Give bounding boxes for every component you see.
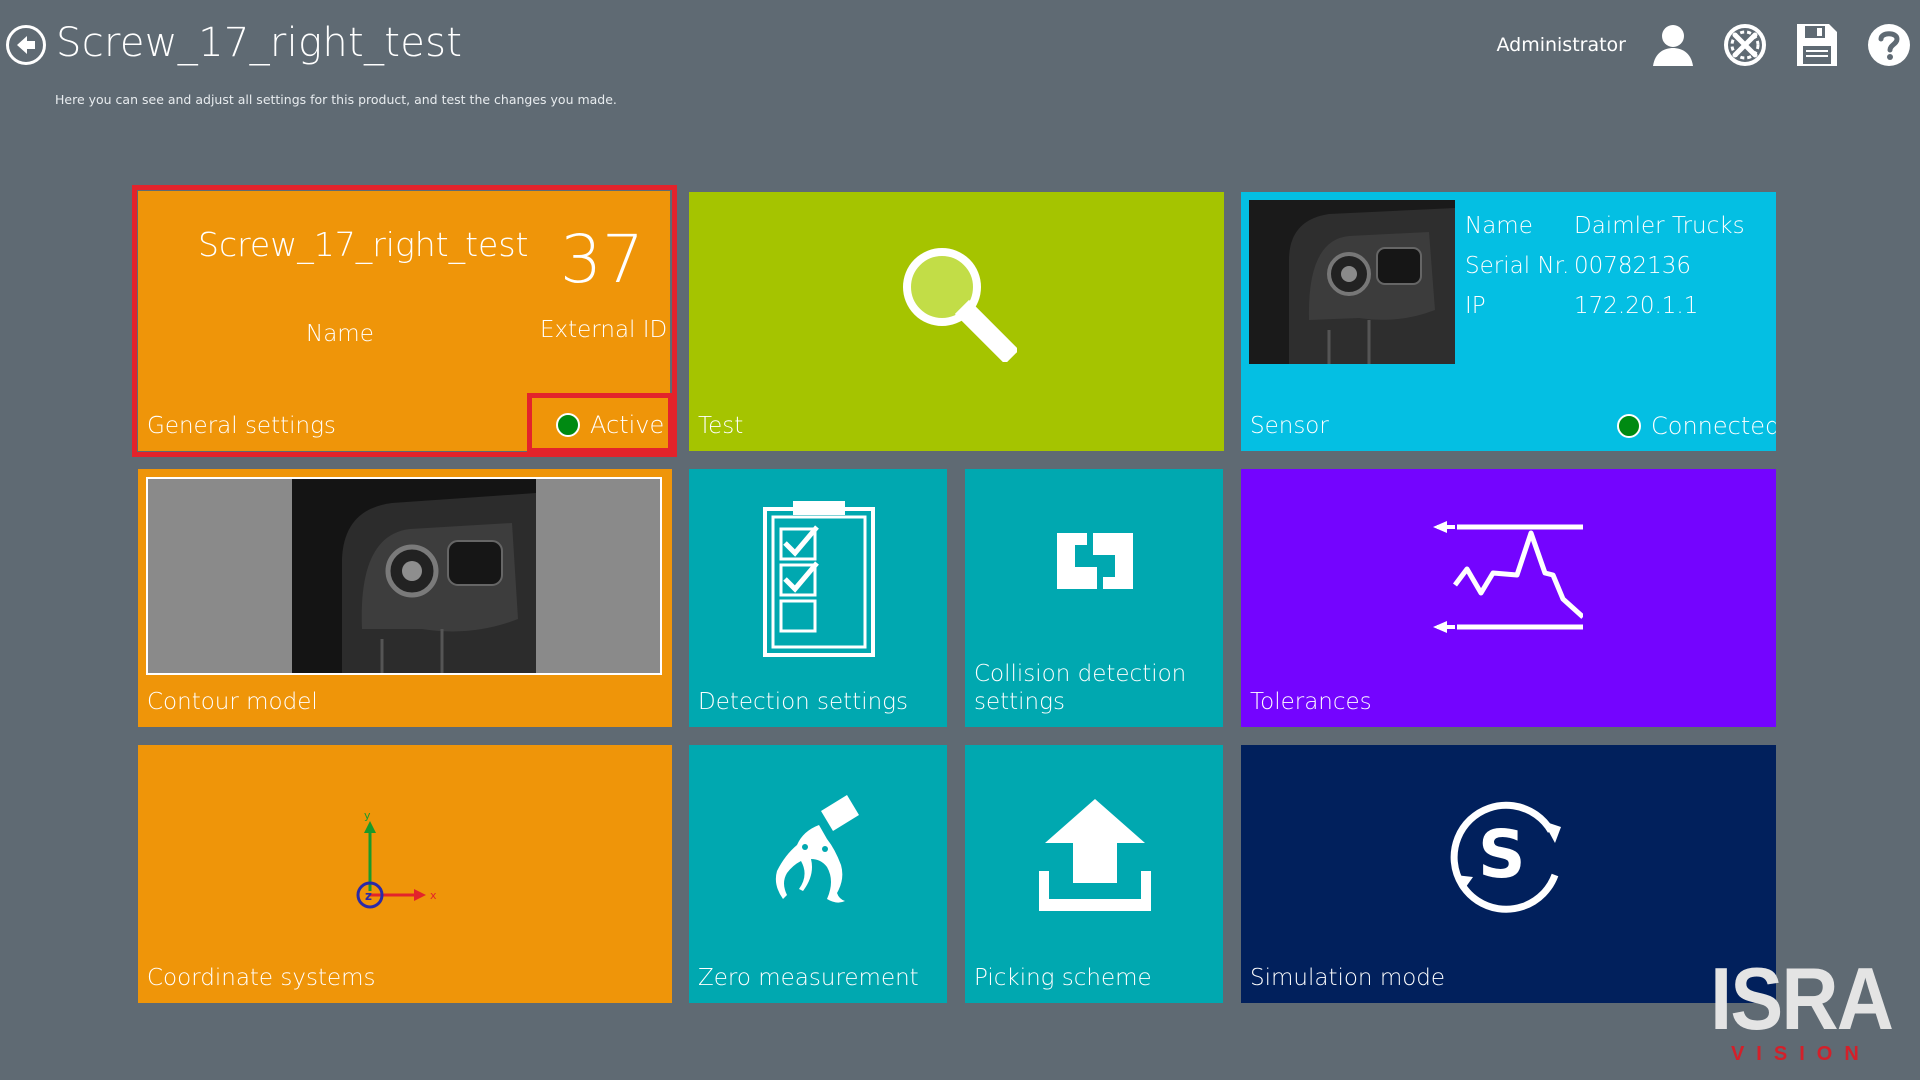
user-name: Administrator xyxy=(1496,34,1626,56)
sensor-field-key: IP xyxy=(1465,293,1486,319)
page-title: Screw_17_right_test xyxy=(56,20,463,66)
sensor-info: Name Daimler Trucks Serial Nr. 00782136 … xyxy=(1465,206,1745,326)
user-icon xyxy=(1653,25,1693,66)
svg-text:x: x xyxy=(430,889,437,902)
page-subtitle: Here you can see and adjust all settings… xyxy=(55,92,617,107)
magnifier-icon xyxy=(903,248,1017,362)
external-id-caption: External ID xyxy=(540,317,668,343)
test-label: Test xyxy=(698,413,744,440)
picking-scheme-tile[interactable]: Picking scheme xyxy=(965,745,1223,1003)
back-arrow-icon xyxy=(17,36,35,54)
sensor-camera-image xyxy=(1249,200,1455,364)
coordinate-systems-label: Coordinate systems xyxy=(147,965,376,992)
gripper-icon xyxy=(775,795,859,903)
svg-text:y: y xyxy=(364,809,371,822)
tolerance-chart-icon xyxy=(1433,521,1583,633)
sensor-field-key: Name xyxy=(1465,213,1533,239)
sensor-tile[interactable]: Name Daimler Trucks Serial Nr. 00782136 … xyxy=(1241,192,1776,451)
external-id: 37 xyxy=(560,221,644,298)
upload-icon xyxy=(1039,799,1151,911)
sensor-label: Sensor xyxy=(1250,413,1329,440)
contour-model-label: Contour model xyxy=(147,689,318,716)
svg-text:S: S xyxy=(1478,816,1526,893)
collision-detection-tile[interactable]: Collision detection settings xyxy=(965,469,1223,727)
sensor-field-key: Serial Nr. xyxy=(1465,253,1570,279)
help-button[interactable] xyxy=(1864,20,1914,70)
contour-image xyxy=(292,479,536,673)
sensor-field-value: 172.20.1.1 xyxy=(1574,293,1699,319)
picking-scheme-label: Picking scheme xyxy=(974,965,1152,992)
coordinate-axes-icon: y x z xyxy=(356,809,437,909)
save-button[interactable] xyxy=(1792,20,1842,70)
zero-measurement-label: Zero measurement xyxy=(698,965,919,992)
checklist-icon xyxy=(763,501,875,657)
connected-status-label: Connected xyxy=(1651,412,1776,440)
simulation-icon: S xyxy=(1450,801,1561,913)
sensor-serial-row: Serial Nr. 00782136 xyxy=(1465,246,1745,286)
contour-model-tile[interactable]: Contour model xyxy=(138,469,672,727)
collision-detection-label-line2: settings xyxy=(974,689,1065,716)
header-toolbar: Administrator xyxy=(1496,20,1920,70)
tools-button[interactable] xyxy=(1720,20,1770,70)
product-name-caption: Name xyxy=(306,321,374,347)
collision-detection-label-line1: Collision detection xyxy=(974,660,1187,687)
status-indicator xyxy=(1617,414,1641,438)
collision-detection-label: Collision detection settings xyxy=(974,660,1186,718)
simulation-mode-label: Simulation mode xyxy=(1250,965,1446,992)
tolerances-tile[interactable]: Tolerances xyxy=(1241,469,1776,727)
coordinate-systems-tile[interactable]: y x z Coordinate systems xyxy=(138,745,672,1003)
general-settings-label: General settings xyxy=(147,413,336,440)
sensor-field-value: 00782136 xyxy=(1574,253,1692,279)
sensor-name-row: Name Daimler Trucks xyxy=(1465,206,1745,246)
contour-preview xyxy=(146,477,662,675)
svg-text:z: z xyxy=(365,889,372,903)
detection-settings-label: Detection settings xyxy=(698,689,908,716)
tools-icon xyxy=(1724,24,1766,66)
zero-measurement-tile[interactable]: Zero measurement xyxy=(689,745,947,1003)
save-icon xyxy=(1797,24,1837,66)
active-status-label: Active xyxy=(590,411,665,439)
help-icon xyxy=(1868,24,1910,66)
active-status: Active xyxy=(556,411,664,439)
connected-status: Connected xyxy=(1617,412,1776,440)
user-button[interactable] xyxy=(1648,20,1698,70)
tolerances-label: Tolerances xyxy=(1250,689,1372,716)
sensor-field-value: Daimler Trucks xyxy=(1574,213,1745,239)
status-indicator xyxy=(556,413,580,437)
sensor-ip-row: IP 172.20.1.1 xyxy=(1465,286,1745,326)
brand-main: ISRA xyxy=(1709,949,1894,1048)
collision-icon xyxy=(1057,533,1133,589)
product-name: Screw_17_right_test xyxy=(198,225,529,264)
general-settings-tile[interactable]: Screw_17_right_test Name 37 External ID … xyxy=(138,191,670,451)
isra-vision-logo: ISRA VISION xyxy=(1700,949,1902,1066)
back-button[interactable] xyxy=(6,25,46,65)
simulation-mode-tile[interactable]: S Simulation mode xyxy=(1241,745,1776,1003)
test-tile[interactable]: Test xyxy=(689,192,1224,451)
detection-settings-tile[interactable]: Detection settings xyxy=(689,469,947,727)
